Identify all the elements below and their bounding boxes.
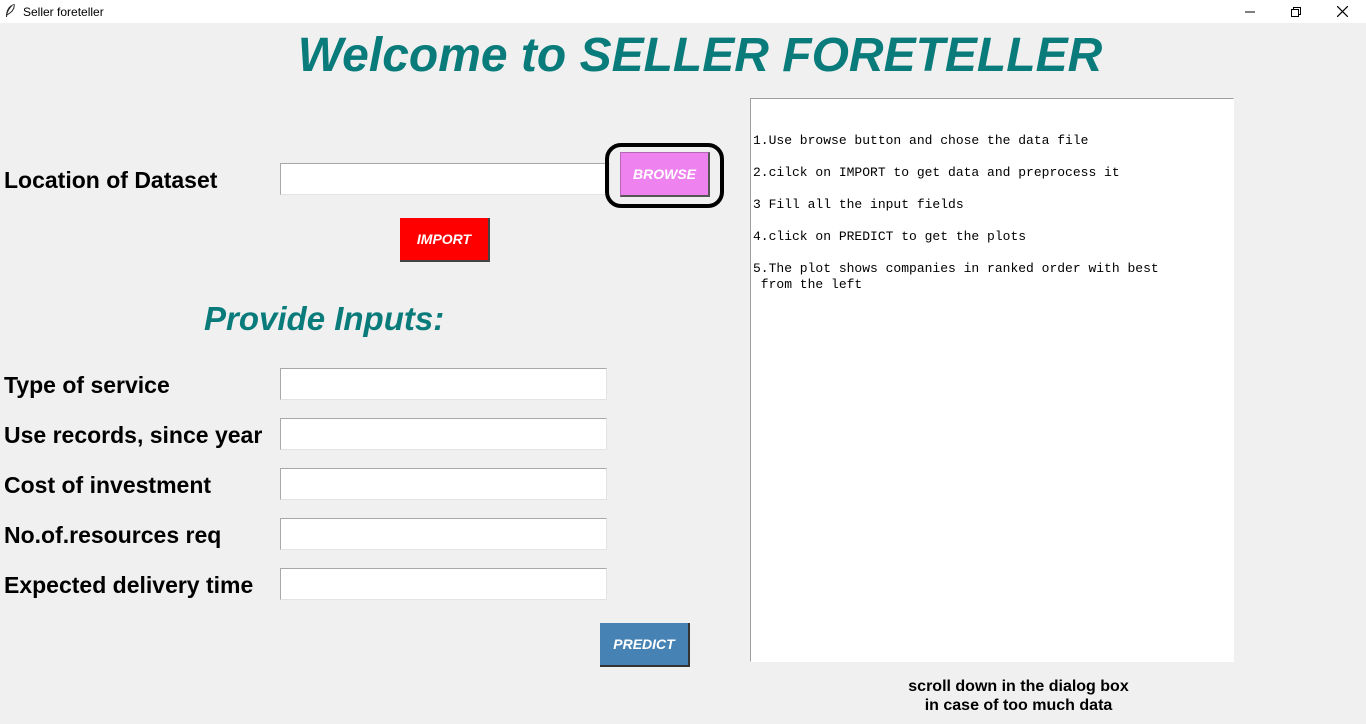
delivery-time-label: Expected delivery time [4, 572, 254, 598]
dataset-location-label: Location of Dataset [4, 167, 218, 193]
maximize-button[interactable] [1273, 0, 1319, 23]
investment-cost-input[interactable] [280, 468, 607, 500]
instruction-line: 2.cilck on IMPORT to get data and prepro… [753, 165, 1120, 180]
scroll-hint-line-1: scroll down in the dialog box [908, 678, 1129, 695]
minimize-button[interactable] [1227, 0, 1273, 23]
scroll-hint-line-2: in case of too much data [924, 697, 1113, 714]
instruction-line: 1.Use browse button and chose the data f… [753, 133, 1089, 148]
resources-required-label: No.of.resources req [4, 522, 222, 548]
instruction-line: 4.click on PREDICT to get the plots [753, 229, 1027, 244]
instructions-textbox[interactable]: 1.Use browse button and chose the data f… [750, 98, 1234, 662]
investment-cost-label: Cost of investment [4, 472, 212, 498]
import-button[interactable]: IMPORT [400, 218, 490, 262]
predict-button[interactable]: PREDICT [600, 623, 690, 667]
close-icon [1336, 6, 1348, 17]
dataset-location-input[interactable] [280, 163, 610, 195]
maximize-icon [1291, 6, 1301, 17]
browse-button[interactable]: BROWSE [620, 152, 710, 197]
delivery-time-input[interactable] [280, 568, 607, 600]
service-type-label: Type of service [4, 372, 170, 398]
service-type-input[interactable] [280, 368, 607, 400]
records-since-year-label: Use records, since year [4, 422, 263, 448]
minimize-icon [1245, 11, 1255, 12]
instruction-line: 5.The plot shows companies in ranked ord… [753, 261, 1159, 292]
window-titlebar: Seller foreteller [0, 0, 1366, 23]
resources-required-input[interactable] [280, 518, 607, 550]
close-button[interactable] [1319, 0, 1365, 23]
instruction-line: 3 Fill all the input fields [753, 197, 964, 212]
inputs-section-title: Provide Inputs: [204, 300, 445, 337]
scroll-hint: scroll down in the dialog box in case of… [750, 677, 1287, 715]
page-title: Welcome to SELLER FORETELLER [297, 29, 1103, 82]
window-title: Seller foreteller [23, 5, 104, 19]
feather-icon [6, 4, 15, 17]
records-since-year-input[interactable] [280, 418, 607, 450]
